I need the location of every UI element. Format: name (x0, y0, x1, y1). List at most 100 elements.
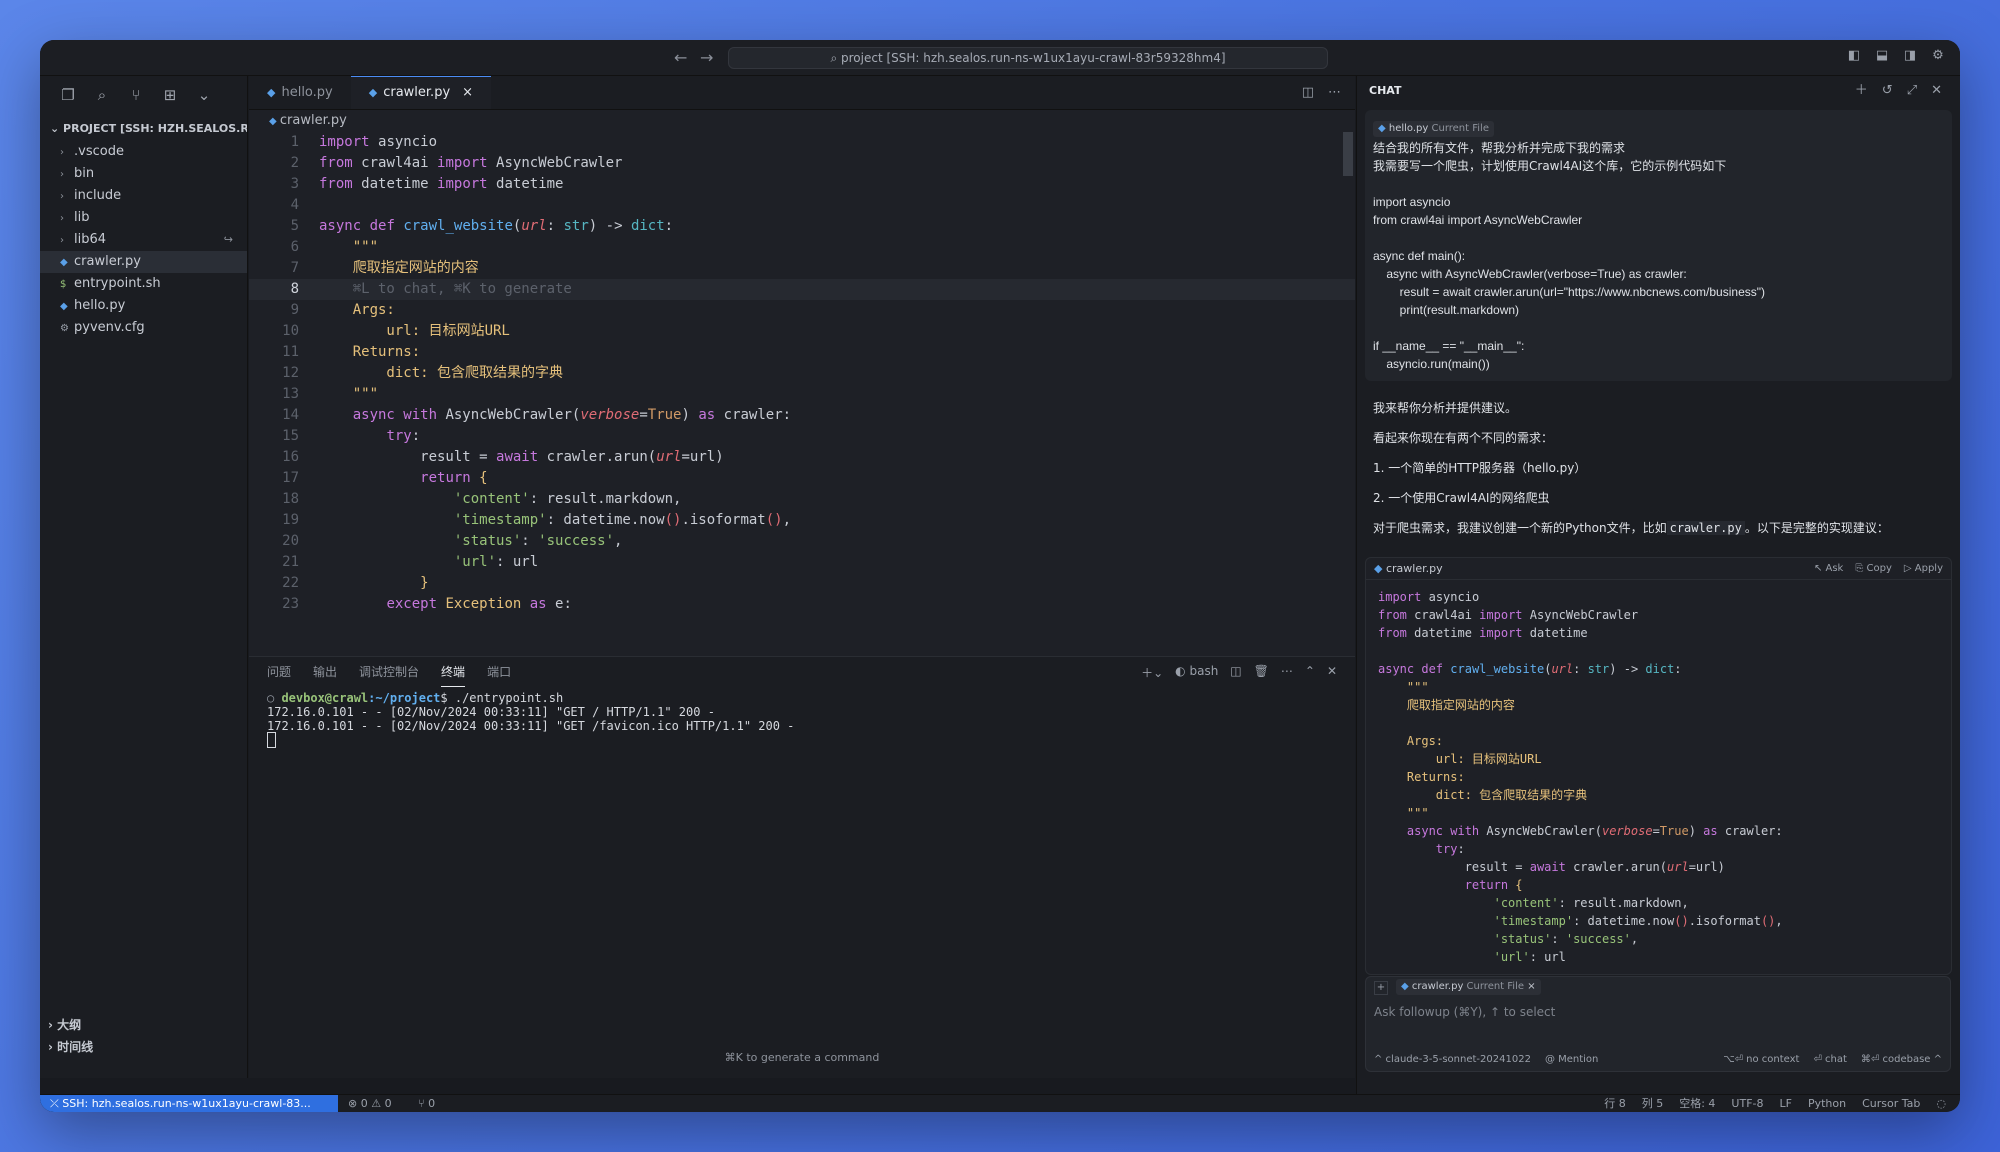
explorer-header[interactable]: ⌄ PROJECT [SSH: HZH.SEALOS.R... (40, 116, 247, 141)
tree-item-bin[interactable]: › bin (40, 163, 247, 185)
chevron-right-icon: › (60, 169, 64, 180)
terminal-output[interactable]: ○ devbox@crawl:~/project$ ./entrypoint.s… (249, 687, 1355, 751)
history-icon[interactable]: ↺ (1882, 76, 1893, 106)
split-editor-icon[interactable]: ◫ (1302, 85, 1314, 100)
code-block-header: ◆ crawler.py ↖ Ask ⎘ Copy ▷ Apply (1366, 558, 1951, 580)
tree-item-crawler-py[interactable]: ◆ crawler.py (40, 251, 247, 273)
python-file-icon: ◆ (60, 301, 68, 312)
encoding[interactable]: UTF-8 (1731, 1095, 1763, 1112)
model-selector[interactable]: ^ claude-3-5-sonnet-20241022 (1374, 1054, 1531, 1065)
context-pill[interactable]: ◆ hello.py Current File (1373, 121, 1494, 137)
ask-button[interactable]: ↖ Ask (1814, 558, 1843, 580)
split-terminal-icon[interactable]: ◫ (1230, 664, 1241, 681)
tree-item-label: pyvenv.cfg (74, 320, 145, 335)
tab-output[interactable]: 输出 (313, 657, 337, 687)
breadcrumb[interactable]: ◆ crawler.py (249, 110, 1355, 132)
chat-submit-button[interactable]: ⏎ chat (1813, 1054, 1846, 1065)
chat-title: CHAT (1369, 84, 1402, 97)
close-icon[interactable]: ✕ (1931, 76, 1942, 106)
tree-item-include[interactable]: › include (40, 185, 247, 207)
mention-button[interactable]: @ Mention (1545, 1054, 1598, 1065)
user-message[interactable]: ◆ hello.py Current File 结合我的所有文件，帮我分析并完成… (1365, 110, 1952, 381)
scrollbar[interactable] (1341, 132, 1355, 612)
forward-button[interactable]: → (700, 48, 713, 67)
tab-ports[interactable]: 端口 (487, 657, 511, 687)
chevron-right-icon: › (60, 191, 64, 202)
line-number: 7 (290, 260, 299, 276)
app-window: ← → ⌕ project [SSH: hzh.sealos.run-ns-w1… (40, 40, 1960, 1112)
files-icon[interactable]: ❐ (58, 86, 78, 106)
tree-item-lib64[interactable]: › lib64 ↪ (40, 229, 247, 251)
chat-input[interactable]: Ask followup (⌘Y), ↑ to select (1366, 999, 1950, 1025)
tab-terminal[interactable]: 终端 (441, 657, 466, 687)
problems-indicator[interactable]: ⊗ 0 ⚠ 0 (348, 1095, 392, 1112)
tab-crawler-py[interactable]: ◆ crawler.py × (350, 76, 492, 110)
cursor-line[interactable]: 行 8 (1604, 1095, 1626, 1112)
maximize-panel-icon[interactable]: ⌃ (1305, 664, 1315, 681)
indentation[interactable]: 空格: 4 (1679, 1095, 1715, 1112)
context-pill[interactable]: ◆ crawler.py Current File × (1396, 979, 1541, 995)
close-icon[interactable]: ✕ (1327, 664, 1337, 681)
toggle-panel-icon[interactable]: ⬓ (1874, 48, 1890, 64)
apply-button[interactable]: ▷ Apply (1904, 558, 1943, 580)
tab-problems[interactable]: 问题 (267, 657, 291, 687)
python-file-icon: ◆ (267, 85, 276, 99)
maximize-icon[interactable]: ⤢ (1907, 76, 1917, 106)
search-icon: ⌕ (830, 51, 842, 65)
tree-item-label: include (74, 188, 122, 203)
tab-hello-py[interactable]: ◆ hello.py (249, 76, 351, 109)
codebase-button[interactable]: ⌘⏎ codebase ^ (1861, 1054, 1942, 1065)
chat-input-box[interactable]: + ◆ crawler.py Current File × Ask follow… (1365, 976, 1951, 1072)
tab-debug-console[interactable]: 调试控制台 (359, 657, 419, 687)
close-icon[interactable]: × (462, 76, 473, 110)
code-block-file: crawler.py (1385, 562, 1443, 575)
chat-panel: CHAT ＋ ↺ ⤢ ✕ ◆ hello.py Current File 结合我的所有… (1356, 76, 1960, 1094)
code-area[interactable]: 1 import asyncio 2 from crawl4ai import As… (249, 132, 1355, 615)
cursor-tab-indicator[interactable]: Cursor Tab (1862, 1095, 1920, 1112)
tree-item-hello-py[interactable]: ◆ hello.py (40, 295, 247, 317)
cursor-column[interactable]: 列 5 (1642, 1095, 1664, 1112)
assistant-text: 1. 一个简单的HTTP服务器（hello.py） (1373, 461, 1587, 475)
line-number: 4 (290, 197, 299, 213)
close-icon[interactable]: × (1527, 981, 1535, 992)
copy-button[interactable]: ⎘ Copy (1855, 558, 1892, 580)
remote-icon: ⤫ (50, 1097, 63, 1110)
remote-indicator[interactable]: ⤫ SSH: hzh.sealos.run-ns-w1ux1ayu-crawl-… (40, 1095, 338, 1112)
search-icon[interactable]: ⌕ (92, 86, 112, 106)
trash-icon[interactable]: 🗑 (1254, 664, 1269, 681)
line-number: 18 (282, 491, 299, 507)
extensions-icon[interactable]: ⊞ (160, 86, 180, 106)
chevron-down-icon[interactable]: ⌄ (194, 86, 214, 106)
ports-indicator[interactable]: ⑂ 0 (418, 1095, 435, 1112)
language-mode[interactable]: Python (1808, 1095, 1846, 1112)
toggle-sidebar-icon[interactable]: ◧ (1846, 48, 1862, 64)
tree-item-entrypoint-sh[interactable]: $ entrypoint.sh (40, 273, 247, 295)
tree-item-vscode[interactable]: › .vscode (40, 141, 247, 163)
tree-item-lib[interactable]: › lib (40, 207, 247, 229)
toggle-secondary-sidebar-icon[interactable]: ◨ (1902, 48, 1918, 64)
bell-icon[interactable]: ◌ (1936, 1095, 1946, 1112)
back-button[interactable]: ← (674, 48, 687, 67)
plus-icon[interactable]: ＋ (1855, 76, 1868, 106)
gear-icon[interactable]: ⚙ (1930, 48, 1946, 64)
terminal-status-icon: ○ (267, 691, 282, 705)
more-icon[interactable]: ⋯ (1328, 85, 1341, 100)
new-terminal-icon[interactable]: ＋⌄ (1141, 664, 1163, 681)
tree-item-pyvenv-cfg[interactable]: ⚙ pyvenv.cfg (40, 317, 247, 339)
line-ending[interactable]: LF (1780, 1095, 1792, 1112)
add-context-button[interactable]: + (1374, 981, 1388, 995)
prompt-path: :~/project (368, 691, 441, 705)
assistant-text-part: 。以下是完整的实现建议： (1744, 521, 1889, 535)
no-context-button[interactable]: ⌥⏎ no context (1723, 1054, 1799, 1065)
command-center[interactable]: ⌕ project [SSH: hzh.sealos.run-ns-w1ux1a… (728, 47, 1328, 69)
timeline-section[interactable]: › 时间线 (40, 1036, 247, 1058)
source-control-icon[interactable]: ⑂ (126, 86, 146, 106)
outline-section[interactable]: › 大纲 (40, 1014, 247, 1036)
user-code: import asyncio from crawl4ai import Asyn… (1373, 195, 1766, 371)
code-block-code[interactable]: import asyncio from crawl4ai import Asyn… (1366, 580, 1951, 974)
python-file-icon: ◆ (1378, 123, 1389, 134)
assistant-text: 看起来你现在有两个不同的需求： (1373, 431, 1554, 445)
more-icon[interactable]: ⋯ (1281, 664, 1293, 681)
chevron-right-icon: › (60, 147, 64, 158)
terminal-shell[interactable]: ◐ bash (1175, 664, 1218, 681)
